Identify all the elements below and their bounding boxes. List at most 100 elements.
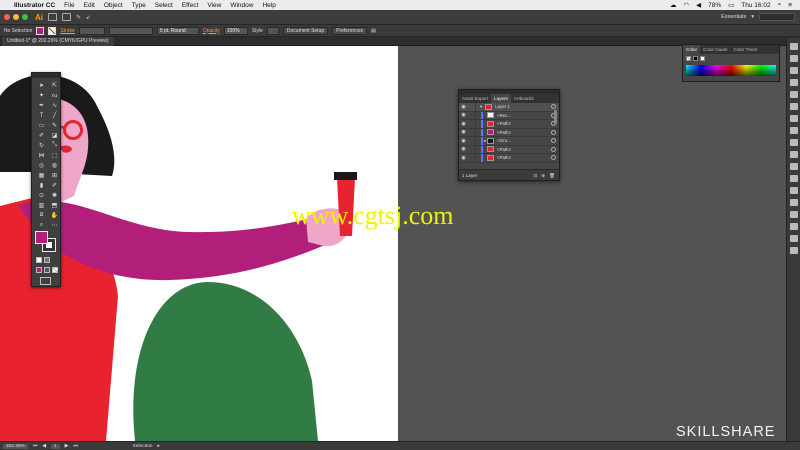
- document-layout-icon[interactable]: [48, 13, 57, 21]
- shaper-tool-icon[interactable]: ✐: [36, 131, 47, 140]
- lock-toggle[interactable]: [468, 128, 476, 136]
- layers-scrollbar[interactable]: [554, 110, 557, 124]
- perspective-grid-tool-icon[interactable]: ▦: [36, 171, 47, 180]
- opacity-panel-link[interactable]: Opacity: [203, 28, 220, 34]
- type-tool-icon[interactable]: T: [36, 111, 47, 120]
- layer-item-row[interactable]: ◉ ▸ <Gro...: [459, 137, 559, 146]
- tab-color-guide[interactable]: Color Guide: [700, 45, 731, 54]
- fill-color-box[interactable]: [35, 231, 48, 244]
- character-panel-icon[interactable]: [790, 223, 798, 230]
- artboard-number-field[interactable]: 1: [50, 443, 60, 449]
- workspace-switcher[interactable]: Essentials: [721, 14, 746, 20]
- arrange-icon[interactable]: ▤: [371, 28, 376, 34]
- item-target-icon[interactable]: [551, 129, 556, 135]
- layer-item-row[interactable]: ◉ <Path>: [459, 128, 559, 137]
- menu-select[interactable]: Select: [155, 2, 173, 9]
- gradient-panel-icon[interactable]: [790, 139, 798, 146]
- layer-item-row[interactable]: ◉ <Path>: [459, 154, 559, 163]
- item-target-icon[interactable]: [551, 155, 556, 161]
- menu-effect[interactable]: Effect: [182, 2, 199, 9]
- menu-edit[interactable]: Edit: [84, 2, 95, 9]
- artboard-prev-icon[interactable]: ◀: [42, 444, 46, 449]
- graphic-style-dropdown[interactable]: [266, 26, 279, 35]
- visibility-eye-icon[interactable]: ◉: [459, 155, 468, 161]
- shape-builder-tool-icon[interactable]: ◎: [36, 161, 47, 170]
- item-name[interactable]: <Rec...: [497, 113, 551, 118]
- artboard-last-icon[interactable]: ⏭: [73, 443, 77, 449]
- pathfinder-panel-icon[interactable]: [790, 199, 798, 206]
- creative-cloud-icon[interactable]: ☁: [670, 1, 677, 9]
- opentype-panel-icon[interactable]: [790, 247, 798, 254]
- artboard-first-icon[interactable]: ⏮: [33, 443, 37, 449]
- black-swatch[interactable]: [693, 56, 698, 61]
- gradient-tool-icon[interactable]: ▮: [36, 181, 47, 190]
- align-panel-icon[interactable]: [790, 187, 798, 194]
- volume-icon[interactable]: ◀: [696, 1, 701, 9]
- close-window-button[interactable]: [4, 14, 10, 20]
- item-name[interactable]: <Path>: [497, 130, 551, 135]
- selection-tool-icon[interactable]: ➤: [36, 81, 47, 90]
- paintbrush-tool-icon[interactable]: ✎: [49, 121, 60, 130]
- menu-object[interactable]: Object: [104, 2, 123, 9]
- visibility-eye-icon[interactable]: ◉: [459, 146, 468, 152]
- gpu-performance-icon[interactable]: ➹: [86, 14, 91, 21]
- zoom-level-field[interactable]: 202.26%: [3, 443, 28, 449]
- document-tab[interactable]: Untitled-1* @ 202.26% (CMYK/GPU Preview): [2, 37, 114, 46]
- swap-colors-icon[interactable]: [44, 257, 50, 263]
- visibility-eye-icon[interactable]: ◉: [459, 129, 468, 135]
- layer-name[interactable]: Layer 1: [495, 104, 551, 109]
- symbols-panel-icon[interactable]: [790, 115, 798, 122]
- visibility-eye-icon[interactable]: ◉: [459, 138, 468, 144]
- status-menu-arrow-icon[interactable]: ▸: [157, 444, 159, 449]
- expand-triangle-icon[interactable]: ▸: [484, 138, 486, 144]
- hand-tool-icon[interactable]: ✋: [49, 211, 60, 220]
- tab-color-themes[interactable]: Color Them: [731, 45, 761, 54]
- item-name[interactable]: <Gro...: [497, 138, 551, 143]
- color-panel-icon[interactable]: [790, 43, 798, 50]
- libraries-panel-icon[interactable]: [790, 67, 798, 74]
- eyedropper-tool-icon[interactable]: ✐: [49, 181, 60, 190]
- appearance-panel-icon[interactable]: [790, 163, 798, 170]
- current-tool-status[interactable]: Selection: [133, 444, 153, 449]
- default-colors-icon[interactable]: [36, 257, 42, 263]
- width-tool-icon[interactable]: ⋈: [36, 151, 47, 160]
- slice-tool-icon[interactable]: ⧄: [36, 211, 47, 220]
- lasso-tool-icon[interactable]: ᔓ: [49, 91, 60, 100]
- clock[interactable]: Thu 16:02: [741, 2, 770, 9]
- symbol-sprayer-tool-icon[interactable]: ✺: [49, 191, 60, 200]
- battery-icon[interactable]: ▭: [728, 1, 734, 9]
- edit-toolbar-icon[interactable]: ⋯: [49, 221, 60, 230]
- color-spectrum-bar[interactable]: [686, 65, 776, 76]
- variable-width-profile-dropdown[interactable]: [108, 26, 153, 35]
- gradient-mode-icon[interactable]: [44, 267, 50, 273]
- spotlight-icon[interactable]: ⌕: [778, 1, 782, 9]
- graphic-styles-panel-icon[interactable]: [790, 175, 798, 182]
- color-mode-icon[interactable]: [36, 267, 42, 273]
- free-transform-tool-icon[interactable]: ⬚: [49, 151, 60, 160]
- app-name-menu[interactable]: Illustrator CC: [14, 2, 55, 9]
- wifi-icon[interactable]: ◠: [683, 1, 689, 9]
- tab-asset-export[interactable]: Asset Export: [459, 94, 491, 103]
- mesh-tool-icon[interactable]: ⊞: [49, 171, 60, 180]
- tab-color[interactable]: Color: [683, 45, 700, 54]
- new-layer-icon[interactable]: ⊕: [541, 170, 545, 181]
- menu-help[interactable]: Help: [262, 2, 275, 9]
- zoom-window-button[interactable]: [22, 14, 28, 20]
- line-tool-icon[interactable]: ╱: [49, 111, 60, 120]
- visibility-eye-icon[interactable]: ◉: [459, 121, 468, 127]
- chevron-down-icon[interactable]: ▾: [751, 14, 754, 20]
- properties-panel-icon[interactable]: [790, 55, 798, 62]
- item-name[interactable]: <Path>: [497, 155, 551, 160]
- transparency-panel-icon[interactable]: [790, 151, 798, 158]
- stroke-panel-icon[interactable]: [790, 127, 798, 134]
- scale-tool-icon[interactable]: ⤡: [49, 141, 60, 150]
- paragraph-panel-icon[interactable]: [790, 235, 798, 242]
- menu-file[interactable]: File: [64, 2, 74, 9]
- layer-row[interactable]: ◉ ▾ Layer 1: [459, 103, 559, 112]
- artboard-tool-icon[interactable]: ⬒: [49, 201, 60, 210]
- column-graph-tool-icon[interactable]: ▥: [36, 201, 47, 210]
- layers-panel-icon[interactable]: [790, 79, 798, 86]
- white-swatch[interactable]: [700, 56, 705, 61]
- item-target-icon[interactable]: [551, 146, 556, 152]
- eraser-tool-icon[interactable]: ◪: [49, 131, 60, 140]
